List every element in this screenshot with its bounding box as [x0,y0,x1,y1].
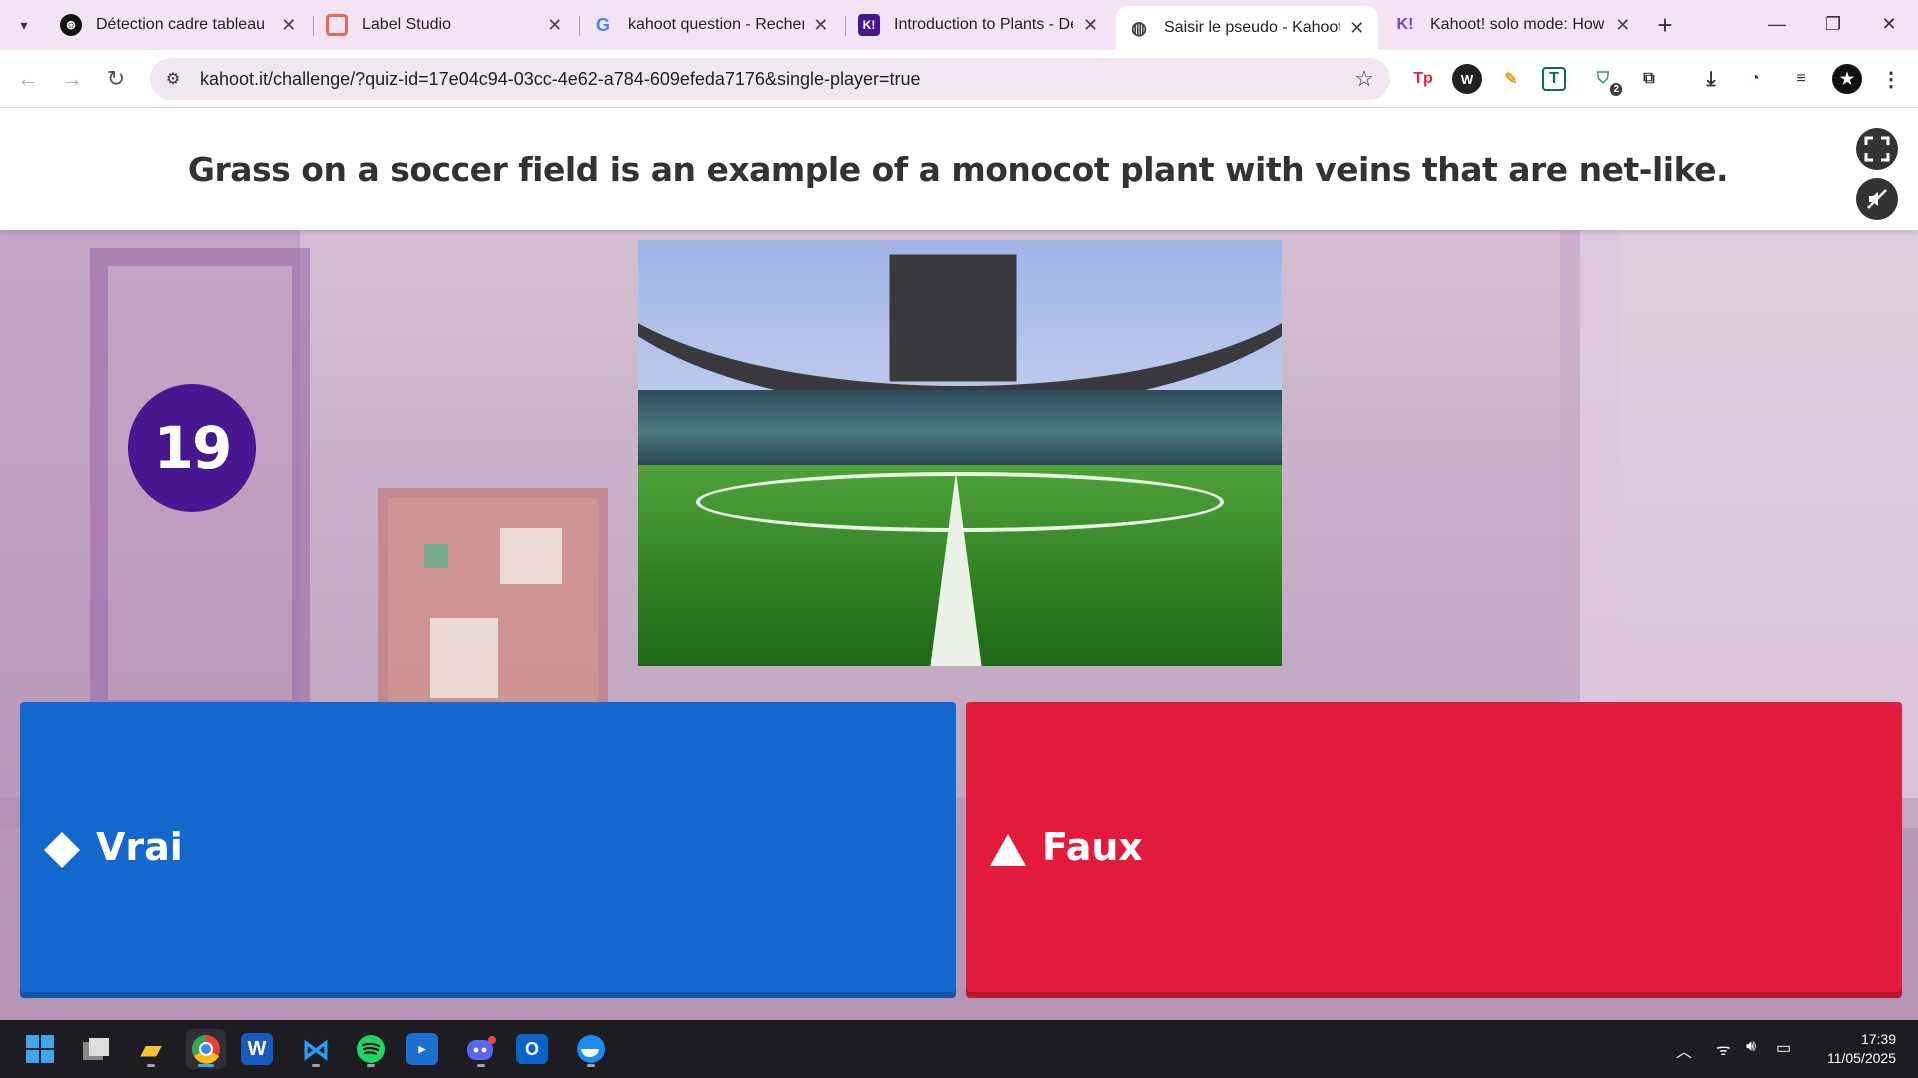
prime-video-icon[interactable]: ▶ [406,1033,438,1065]
extension-badge: 2 [1610,83,1622,96]
w-extension-icon[interactable]: W [1452,64,1482,94]
system-clock[interactable]: 17:39 11/05/2025 [1827,1030,1896,1068]
close-icon[interactable]: ✕ [1614,15,1632,36]
tab-1[interactable]: Label Studio ✕ [314,6,576,44]
answer-false-button[interactable]: Faux [966,702,1902,998]
spotify-icon[interactable] [351,1029,391,1069]
question-image [638,240,1282,666]
media-control-icon[interactable]: ≡ [1786,64,1816,94]
word-icon[interactable]: W [241,1033,273,1065]
close-icon[interactable]: ✕ [1348,18,1366,39]
tab-2[interactable]: G kahoot question - Recherche ✕ [580,6,842,44]
browser-toolbar: ← → ↻ ⚙ kahoot.it/challenge/?quiz-id=17e… [0,50,1918,108]
tab-title: Kahoot! solo mode: How to [1430,16,1606,33]
new-tab-button[interactable]: + [1650,10,1680,40]
tab-search-button[interactable]: ▾ [8,9,40,41]
minimize-icon[interactable]: — [1760,8,1794,40]
countdown-timer: 19 [128,384,256,512]
fullscreen-icon [1864,136,1890,162]
close-icon[interactable]: ✕ [280,15,298,36]
reload-button[interactable]: ↻ [100,63,132,95]
forward-button[interactable]: → [56,63,88,95]
kahoot-icon: K! [1396,16,1414,33]
tab-strip: ▾ ⊛ Détection cadre tableau ✕ Label Stud… [0,0,1918,50]
performance-icon[interactable]: ◔ [1740,64,1770,94]
address-bar[interactable]: ⚙ kahoot.it/challenge/?quiz-id=17e04c94-… [150,58,1390,100]
question-text: Grass on a soccer field is an example of… [187,149,1729,189]
tab-0[interactable]: ⊛ Détection cadre tableau ✕ [48,6,310,44]
kahoot-icon: K! [858,14,880,36]
tab-title: Label Studio [362,16,451,33]
close-icon[interactable]: ✕ [812,15,830,36]
answer-label: Vrai [96,825,183,869]
extensions-puzzle-icon[interactable]: ⧉ [1634,64,1664,94]
task-view-icon[interactable] [76,1029,116,1069]
tray-chevron-icon[interactable]: ︿ [1676,1038,1692,1062]
sound-off-icon [1867,189,1887,209]
back-button[interactable]: ← [12,63,44,95]
wifi-icon[interactable]: ᯤ [1716,1038,1731,1060]
answer-label: Faux [1042,825,1143,869]
google-icon: G [595,14,610,35]
tab-3[interactable]: K! Introduction to Plants - Dé ✕ [846,6,1112,44]
outlook-icon[interactable]: O [516,1034,548,1064]
fullscreen-button[interactable] [1856,128,1898,170]
site-info-icon[interactable]: ⚙ [160,66,186,92]
globe-icon: ◍ [1131,17,1147,38]
discord-icon[interactable] [461,1029,501,1069]
tab-title: Détection cadre tableau [96,16,265,33]
kahoot-page: Grass on a soccer field is an example of… [0,108,1918,1020]
clock-time: 17:39 [1860,1031,1896,1047]
mute-button[interactable] [1856,178,1898,220]
url-text[interactable]: kahoot.it/challenge/?quiz-id=17e04c94-03… [200,69,921,90]
triangle-icon [988,830,1028,870]
tab-4[interactable]: ◍ Saisir le pseudo - Kahoots ✕ [1116,6,1378,50]
clock-date: 11/05/2025 [1826,1050,1896,1066]
label-studio-icon [326,14,348,36]
bookmark-star-icon[interactable]: ☆ [1354,66,1374,92]
pen-extension-icon[interactable]: ✎ [1496,64,1526,94]
diamond-icon [42,830,82,870]
file-explorer-icon[interactable]: ▰ [131,1029,171,1069]
profile-avatar-icon[interactable]: ★ [1832,64,1862,94]
vscode-icon[interactable]: ⋈ [296,1029,336,1069]
tab-5[interactable]: K! Kahoot! solo mode: How to ✕ [1382,6,1644,44]
openai-icon: ⊛ [60,14,82,36]
text-extension-icon[interactable]: T [1542,67,1566,91]
windows-start-icon[interactable] [20,1029,60,1069]
volume-icon[interactable]: 🔊︎ [1746,1038,1756,1056]
windows-taskbar: ▰ W ⋈ ▶ O ︿ ᯤ 🔊︎ ▭ 17:39 11/05/2025 [0,1020,1918,1078]
menu-dots-icon[interactable]: ⋮ [1876,64,1906,94]
restore-icon[interactable]: ❐ [1816,8,1850,40]
tab-title: kahoot question - Recherche [628,16,804,33]
tab-title: Saisir le pseudo - Kahoots [1164,19,1340,36]
shield-extension-icon[interactable]: ⛉ 2 [1588,64,1622,96]
close-icon[interactable]: ✕ [1081,15,1100,36]
tab-title: Introduction to Plants - Dé [894,16,1074,33]
download-icon[interactable]: ⤓ [1696,64,1726,94]
close-icon[interactable]: ✕ [546,15,564,36]
tp-extension-icon[interactable]: Tp [1408,64,1438,94]
question-bar: Grass on a soccer field is an example of… [0,108,1918,230]
close-window-icon[interactable]: ✕ [1872,8,1906,40]
chrome-icon[interactable] [186,1029,226,1069]
answer-true-button[interactable]: Vrai [20,702,956,998]
docker-icon[interactable] [571,1029,611,1069]
battery-icon[interactable]: ▭ [1776,1038,1791,1058]
